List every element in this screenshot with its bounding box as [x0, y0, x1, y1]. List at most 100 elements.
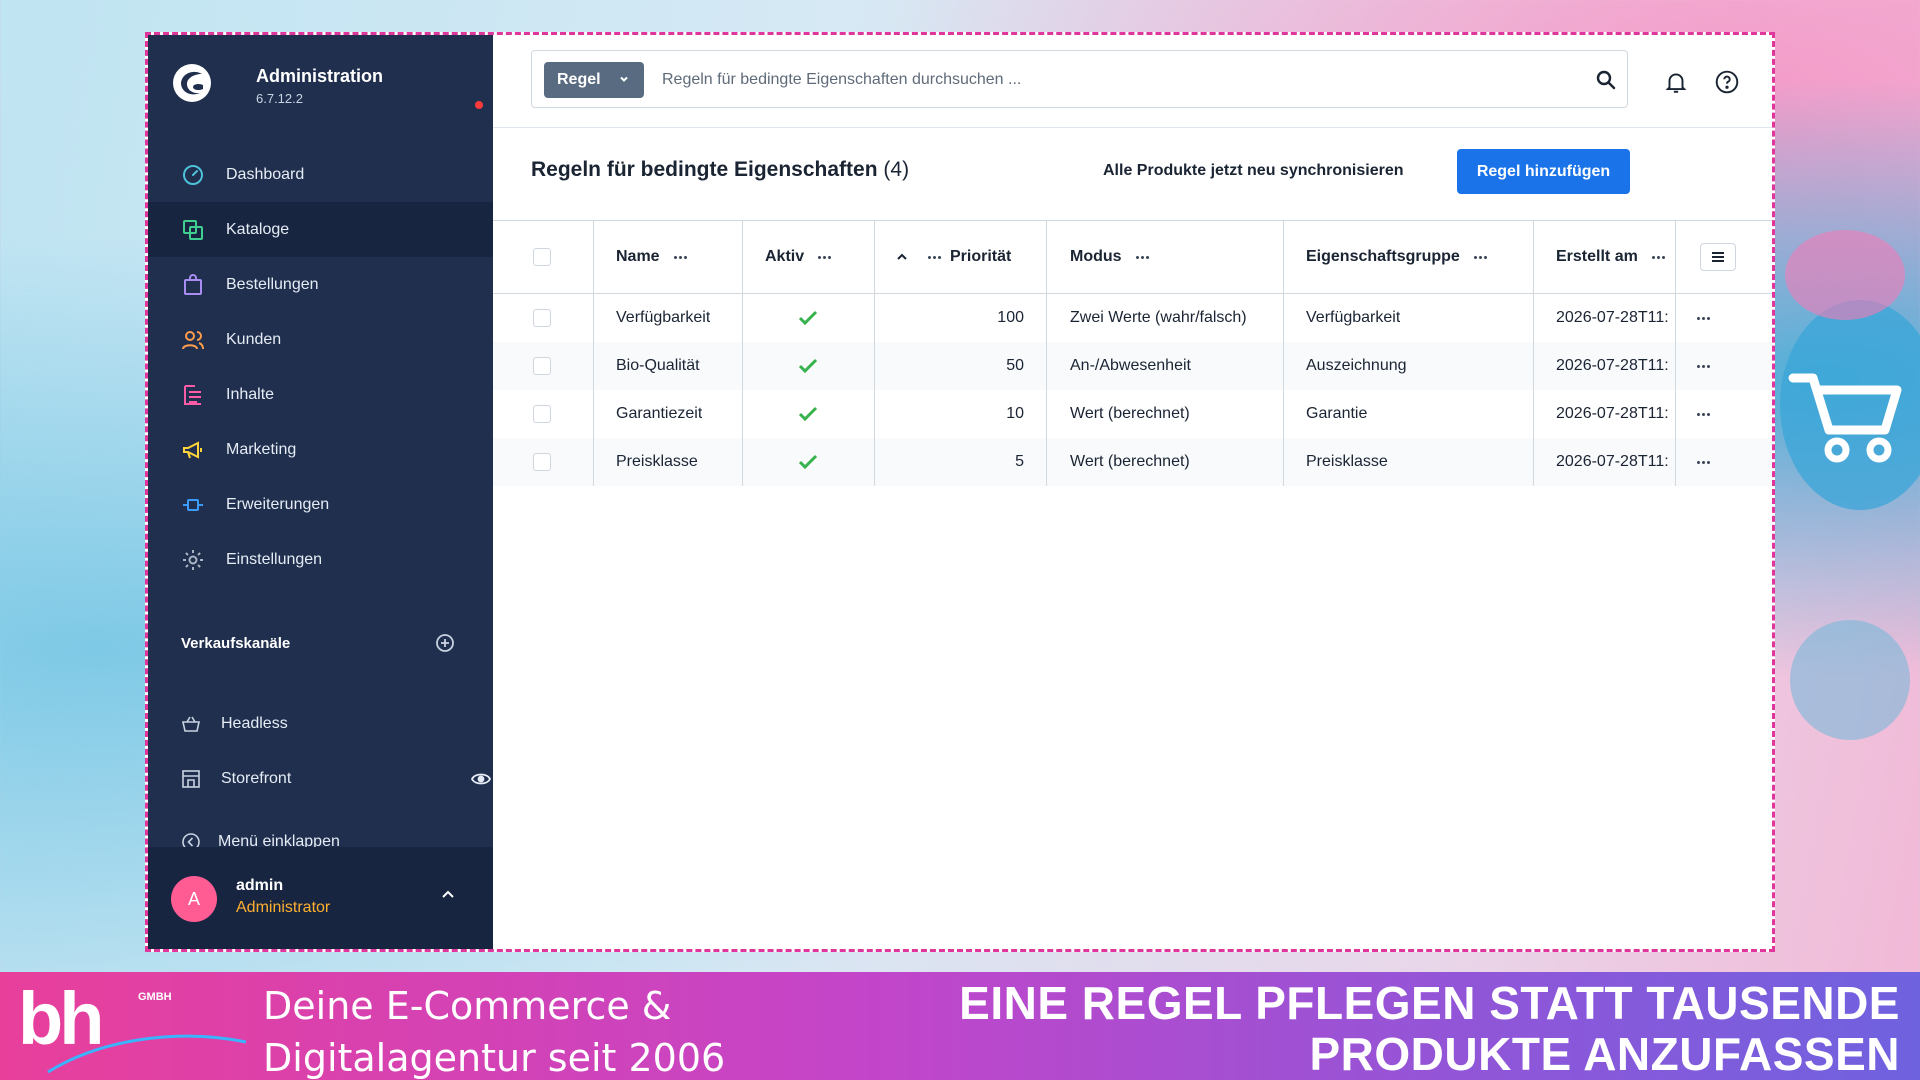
sidebar-item-kunden[interactable]: Kunden: [148, 312, 493, 367]
checkmark-icon: [798, 310, 818, 326]
sync-products-button[interactable]: Alle Produkte jetzt neu synchronisieren: [1103, 162, 1404, 180]
page-title-text: Regeln für bedingte Eigenschaften: [531, 158, 878, 181]
cell-name[interactable]: Bio-Qualität: [616, 342, 700, 390]
select-all-checkbox[interactable]: [533, 248, 551, 266]
add-sales-channel-icon[interactable]: [435, 633, 455, 653]
sort-ascending-icon[interactable]: [896, 252, 908, 262]
admin-window: Administration 6.7.12.2 Dashboard Katalo…: [145, 32, 1775, 952]
slogan-line: Deine E-Commerce &: [263, 984, 672, 1028]
headline: EINE REGEL PFLEGEN STATT TAUSENDE PRODUK…: [959, 978, 1900, 1080]
cell-name[interactable]: Preisklasse: [616, 438, 698, 486]
checkmark-icon: [798, 358, 818, 374]
user-panel[interactable]: A admin Administrator: [148, 847, 493, 949]
brand-version: 6.7.12.2: [256, 91, 303, 106]
column-menu-icon[interactable]: [928, 255, 941, 259]
more-icon[interactable]: [1697, 316, 1710, 320]
column-label: Modus: [1070, 248, 1122, 265]
page-title: Regeln für bedingte Eigenschaften (4): [531, 158, 909, 182]
column-menu-icon[interactable]: [673, 255, 687, 259]
cell-priority: 10: [1006, 405, 1024, 422]
sales-channel-storefront[interactable]: Storefront: [181, 764, 491, 794]
add-rule-button[interactable]: Regel hinzufügen: [1457, 149, 1630, 194]
brand-title: Administration: [256, 66, 384, 86]
row-select-cell: [533, 438, 551, 486]
column-label: Name: [616, 248, 660, 265]
cell-mode: An-/Abwesenheit: [1070, 357, 1191, 374]
sidebar-item-inhalte[interactable]: Inhalte: [148, 367, 493, 422]
more-icon[interactable]: [1697, 364, 1710, 368]
list-icon: [1712, 252, 1724, 262]
column-label: Priorität: [950, 248, 1012, 265]
search-type-dropdown[interactable]: Regel: [544, 62, 644, 98]
logo-sub: GMBH: [138, 991, 172, 1003]
row-actions-button[interactable]: [1697, 342, 1710, 390]
search-icon[interactable]: [1594, 68, 1618, 92]
gear-icon: [180, 547, 206, 573]
row-actions-button[interactable]: [1697, 390, 1710, 438]
column-menu-icon[interactable]: [818, 255, 832, 259]
company-logo: bh GMBH: [18, 980, 247, 1074]
bell-icon[interactable]: [1663, 69, 1689, 95]
search-bar: Regel: [531, 50, 1628, 108]
row-actions-button[interactable]: [1697, 438, 1710, 486]
column-header-active[interactable]: Aktiv: [765, 221, 832, 293]
column-settings-button[interactable]: [1700, 243, 1736, 271]
checkmark-icon: [798, 454, 818, 470]
notification-dot: [475, 101, 483, 109]
column-header-mode[interactable]: Modus: [1070, 221, 1149, 293]
background-decoration: [1785, 230, 1905, 320]
user-role: Administrator: [236, 899, 331, 916]
search-input[interactable]: [662, 65, 1542, 95]
sidebar-item-kataloge[interactable]: Kataloge: [148, 202, 493, 257]
table-row[interactable]: Garantiezeit 10 Wert (berechnet) Garanti…: [493, 390, 1772, 438]
column-header-priority[interactable]: Priorität: [896, 221, 1011, 293]
select-all-cell: [533, 221, 551, 293]
table-row[interactable]: Bio-Qualität 50 An-/Abwesenheit Auszeich…: [493, 342, 1772, 390]
cell-name[interactable]: Garantiezeit: [616, 390, 702, 438]
row-actions-button[interactable]: [1697, 294, 1710, 342]
chevron-up-icon[interactable]: [441, 889, 455, 899]
column-menu-icon[interactable]: [1473, 255, 1487, 259]
sidebar-item-dashboard[interactable]: Dashboard: [148, 147, 493, 202]
sidebar-item-erweiterungen[interactable]: Erweiterungen: [148, 477, 493, 532]
table-row[interactable]: Preisklasse 5 Wert (berechnet) Preisklas…: [493, 438, 1772, 486]
sidebar-item-label: Kataloge: [226, 220, 290, 238]
more-icon[interactable]: [1697, 412, 1710, 416]
column-menu-icon[interactable]: [1651, 255, 1665, 259]
avatar: A: [171, 876, 217, 922]
brand: Administration 6.7.12.2: [172, 63, 483, 113]
cell-created: 2026-07-28T11:: [1556, 405, 1669, 422]
more-icon[interactable]: [1697, 460, 1710, 464]
catalog-icon: [180, 217, 206, 243]
sidebar-item-label: Erweiterungen: [226, 495, 330, 513]
background-decoration: [1790, 620, 1910, 740]
cell-group: Verfügbarkeit: [1306, 309, 1401, 326]
row-checkbox[interactable]: [533, 309, 551, 327]
row-checkbox[interactable]: [533, 453, 551, 471]
column-header-name[interactable]: Name: [616, 221, 687, 293]
headline-line: EINE REGEL PFLEGEN STATT TAUSENDE: [959, 977, 1900, 1029]
cell-name[interactable]: Verfügbarkeit: [616, 294, 710, 342]
sidebar-item-marketing[interactable]: Marketing: [148, 422, 493, 477]
column-menu-icon[interactable]: [1135, 255, 1149, 259]
row-checkbox[interactable]: [533, 405, 551, 423]
sidebar-item-einstellungen[interactable]: Einstellungen: [148, 532, 493, 587]
basket-icon: [182, 716, 200, 732]
row-select-cell: [533, 390, 551, 438]
column-header-created[interactable]: Erstellt am: [1556, 221, 1665, 293]
cell-group: Auszeichnung: [1306, 357, 1407, 374]
sales-channel-headless[interactable]: Headless: [181, 709, 471, 739]
row-checkbox[interactable]: [533, 357, 551, 375]
help-icon[interactable]: [1714, 69, 1740, 95]
column-header-group[interactable]: Eigenschaftsgruppe: [1306, 221, 1487, 293]
shopping-bag-icon: [180, 272, 206, 298]
main-nav: Dashboard Kataloge Bestellungen Kunden I…: [148, 147, 493, 587]
sidebar-item-label: Marketing: [226, 440, 297, 458]
sidebar-item-bestellungen[interactable]: Bestellungen: [148, 257, 493, 312]
eye-icon[interactable]: [471, 770, 491, 788]
top-bar: Regel: [493, 35, 1772, 128]
page-header: Regeln für bedingte Eigenschaften (4) Al…: [493, 128, 1772, 223]
row-select-cell: [533, 342, 551, 390]
column-label: Erstellt am: [1556, 248, 1638, 265]
table-row[interactable]: Verfügbarkeit 100 Zwei Werte (wahr/falsc…: [493, 294, 1772, 342]
